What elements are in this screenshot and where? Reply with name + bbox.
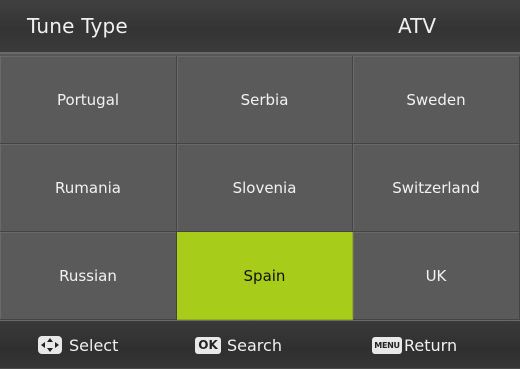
select-hint-label: Select [69,335,119,355]
ok-key-icon: OK [195,336,221,354]
tune-type-value[interactable]: ATV [398,14,436,38]
menu-key-icon: MENU [372,336,402,354]
help-bar: Select OK Search MENU Return [0,320,520,368]
tune-type-menu: Tune Type ATV Portugal Serbia Sweden Rum… [0,0,520,368]
country-option-spain[interactable]: Spain [177,232,353,320]
return-hint-label: Return [404,335,458,355]
country-option-russian[interactable]: Russian [0,232,177,320]
search-hint: OK Search [195,321,282,369]
country-option-serbia[interactable]: Serbia [177,56,353,144]
menu-header: Tune Type ATV [0,0,520,54]
select-hint: Select [37,321,118,369]
country-option-switzerland[interactable]: Switzerland [353,144,520,232]
return-hint: MENU Return [372,321,457,369]
country-option-rumania[interactable]: Rumania [0,144,177,232]
country-option-slovenia[interactable]: Slovenia [177,144,353,232]
country-option-portugal[interactable]: Portugal [0,56,177,144]
tune-type-label: Tune Type [27,14,128,38]
dpad-icon [38,336,62,354]
search-hint-label: Search [227,335,282,355]
country-option-sweden[interactable]: Sweden [353,56,520,144]
country-option-uk[interactable]: UK [353,232,520,320]
country-grid: Portugal Serbia Sweden Rumania Slovenia … [0,56,520,320]
